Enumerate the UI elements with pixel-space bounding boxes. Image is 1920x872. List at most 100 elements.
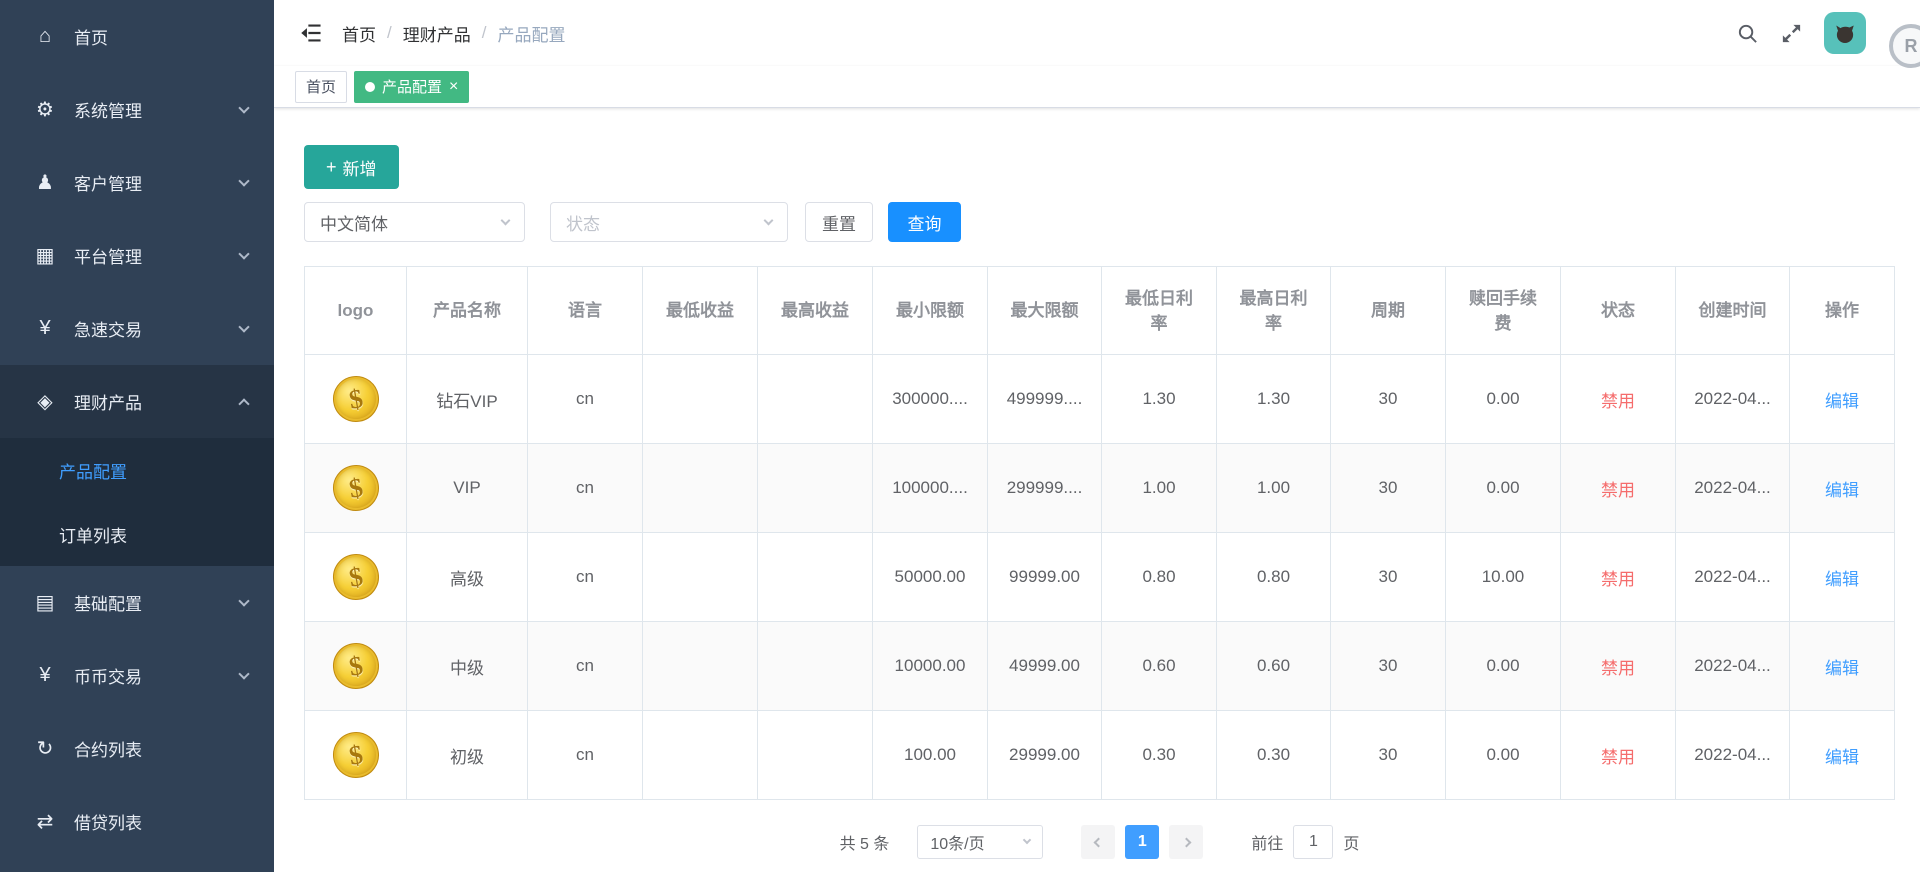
status-cell: 禁用 [1561,533,1676,622]
plus-icon: + [326,157,337,178]
status-cell: 禁用 [1561,622,1676,711]
filter-row: 中文简体 状态 重置 查询 [304,202,1920,242]
edit-link[interactable]: 编辑 [1825,481,1859,500]
next-page-button[interactable] [1169,825,1203,859]
table-row: $VIPcn100000....299999....1.001.00300.00… [305,444,1895,533]
sidebar-toggle-button[interactable] [274,20,342,46]
sidebar-item-label: 合约列表 [74,736,248,761]
edit-link[interactable]: 编辑 [1825,392,1859,411]
breadcrumb-current: 产品配置 [497,21,565,46]
lang-cell: cn [528,444,643,533]
max_profit-cell [758,622,873,711]
dollar-symbol: $ [346,650,365,683]
logo-cell: $ [305,533,407,622]
edit-link[interactable]: 编辑 [1825,659,1859,678]
fullscreen-button[interactable] [1780,22,1803,45]
page-size-value: 10条/页 [930,830,984,854]
sidebar-item-contract-list[interactable]: ↻ 合约列表 [0,712,274,785]
logo-cell: $ [305,711,407,800]
tab-home[interactable]: 首页 [295,71,347,103]
chevron-down-icon [238,321,249,332]
sidebar-item-wealth-products[interactable]: ◈理财产品 [0,365,274,438]
redeem_fee-cell: 0.00 [1446,355,1561,444]
search-submit-button[interactable]: 查询 [888,202,961,242]
status-cell: 禁用 [1561,444,1676,533]
breadcrumb: 首页 / 理财产品 / 产品配置 [342,21,565,46]
max_limit-cell: 49999.00 [988,622,1102,711]
sidebar-item-coin-trade[interactable]: ¥币币交易 [0,639,274,712]
goto-page-input[interactable] [1293,825,1333,859]
min_limit-cell: 100.00 [873,711,988,800]
reset-button[interactable]: 重置 [805,202,873,242]
min_limit-cell: 300000.... [873,355,988,444]
add-button-label: 新增 [343,155,377,180]
lang-cell: cn [528,622,643,711]
status-select-placeholder: 状态 [566,210,600,235]
breadcrumb-wealth-products[interactable]: 理财产品 [403,21,471,46]
column-header-0: logo [305,267,407,355]
chevron-down-icon [1023,836,1031,844]
created-cell: 2022-04... [1676,533,1790,622]
logo-cell: $ [305,622,407,711]
sidebar-item-fast-trade[interactable]: ¥急速交易 [0,292,274,365]
column-header-9: 周期 [1331,267,1446,355]
goto-page: 前往 页 [1251,825,1359,859]
close-icon[interactable]: × [449,79,458,95]
book-icon: ▤ [32,590,58,615]
status-badge: 禁用 [1601,570,1635,589]
fullscreen-icon [1780,22,1803,45]
status-select[interactable]: 状态 [550,202,788,242]
gear-icon: ⚙ [32,97,58,122]
max_daily_rate-cell: 1.00 [1217,444,1331,533]
max_daily_rate-cell: 0.80 [1217,533,1331,622]
max_profit-cell [758,711,873,800]
sidebar-item-label: 币币交易 [74,663,240,688]
sidebar-item-customer[interactable]: ♟客户管理 [0,146,274,219]
column-header-13: 操作 [1790,267,1895,355]
table-row: $钻石VIPcn300000....499999....1.301.30300.… [305,355,1895,444]
language-select[interactable]: 中文简体 [304,202,525,242]
refresh-icon: ↻ [32,736,58,761]
sidebar-item-basic-config[interactable]: ▤基础配置 [0,566,274,639]
grid-icon: ▦ [32,243,58,268]
breadcrumb-home[interactable]: 首页 [342,21,376,46]
sidebar-item-home[interactable]: ⌂首页 [0,0,274,73]
add-button[interactable]: + 新增 [304,145,399,189]
sidebar-menu: ⌂首页 ⚙ 系统管理 ♟客户管理▦平台管理¥急速交易◈理财产品产品配置订单列表▤基础配… [0,0,274,858]
active-tab-dot [365,82,375,92]
sidebar-subitem-product-config[interactable]: 产品配置 [0,438,274,502]
sidebar-item-platform[interactable]: ▦平台管理 [0,219,274,292]
breadcrumb-separator: / [482,23,487,43]
sidebar-item-label: 客户管理 [74,170,240,195]
status-badge: 禁用 [1601,392,1635,411]
edit-link[interactable]: 编辑 [1825,570,1859,589]
tab-product-config[interactable]: 产品配置 × [354,71,469,103]
prev-page-button[interactable] [1081,825,1115,859]
page-number-button[interactable]: 1 [1125,825,1159,859]
goto-label: 前往 [1251,830,1283,854]
avatar-cat-image [1830,18,1860,48]
sidebar-item-loan-list[interactable]: ⇄借贷列表 [0,785,274,858]
max_limit-cell: 99999.00 [988,533,1102,622]
sidebar-item-label: 首页 [74,24,248,49]
column-header-7: 最低日利率 [1102,267,1217,355]
action-cell: 编辑 [1790,533,1895,622]
edit-link[interactable]: 编辑 [1825,748,1859,767]
redeem_fee-cell: 0.00 [1446,711,1561,800]
max_daily_rate-cell: 1.30 [1217,355,1331,444]
min_limit-cell: 100000.... [873,444,988,533]
sidebar-item-label: 理财产品 [74,389,240,414]
sidebar-item-label: 系统管理 [74,97,240,122]
name-cell: 中级 [407,622,528,711]
min_daily_rate-cell: 1.00 [1102,444,1217,533]
tabs-bar: 首页 产品配置 × [274,66,1920,108]
sidebar-subitem-order-list[interactable]: 订单列表 [0,502,274,566]
breadcrumb-separator: / [387,23,392,43]
page-size-select[interactable]: 10条/页 [917,825,1043,859]
search-button[interactable] [1736,22,1759,45]
coin-logo: $ [329,728,382,781]
chevron-down-icon [238,102,249,113]
user-avatar[interactable] [1824,12,1866,54]
sidebar-item-system[interactable]: ⚙ 系统管理 [0,73,274,146]
created-cell: 2022-04... [1676,444,1790,533]
